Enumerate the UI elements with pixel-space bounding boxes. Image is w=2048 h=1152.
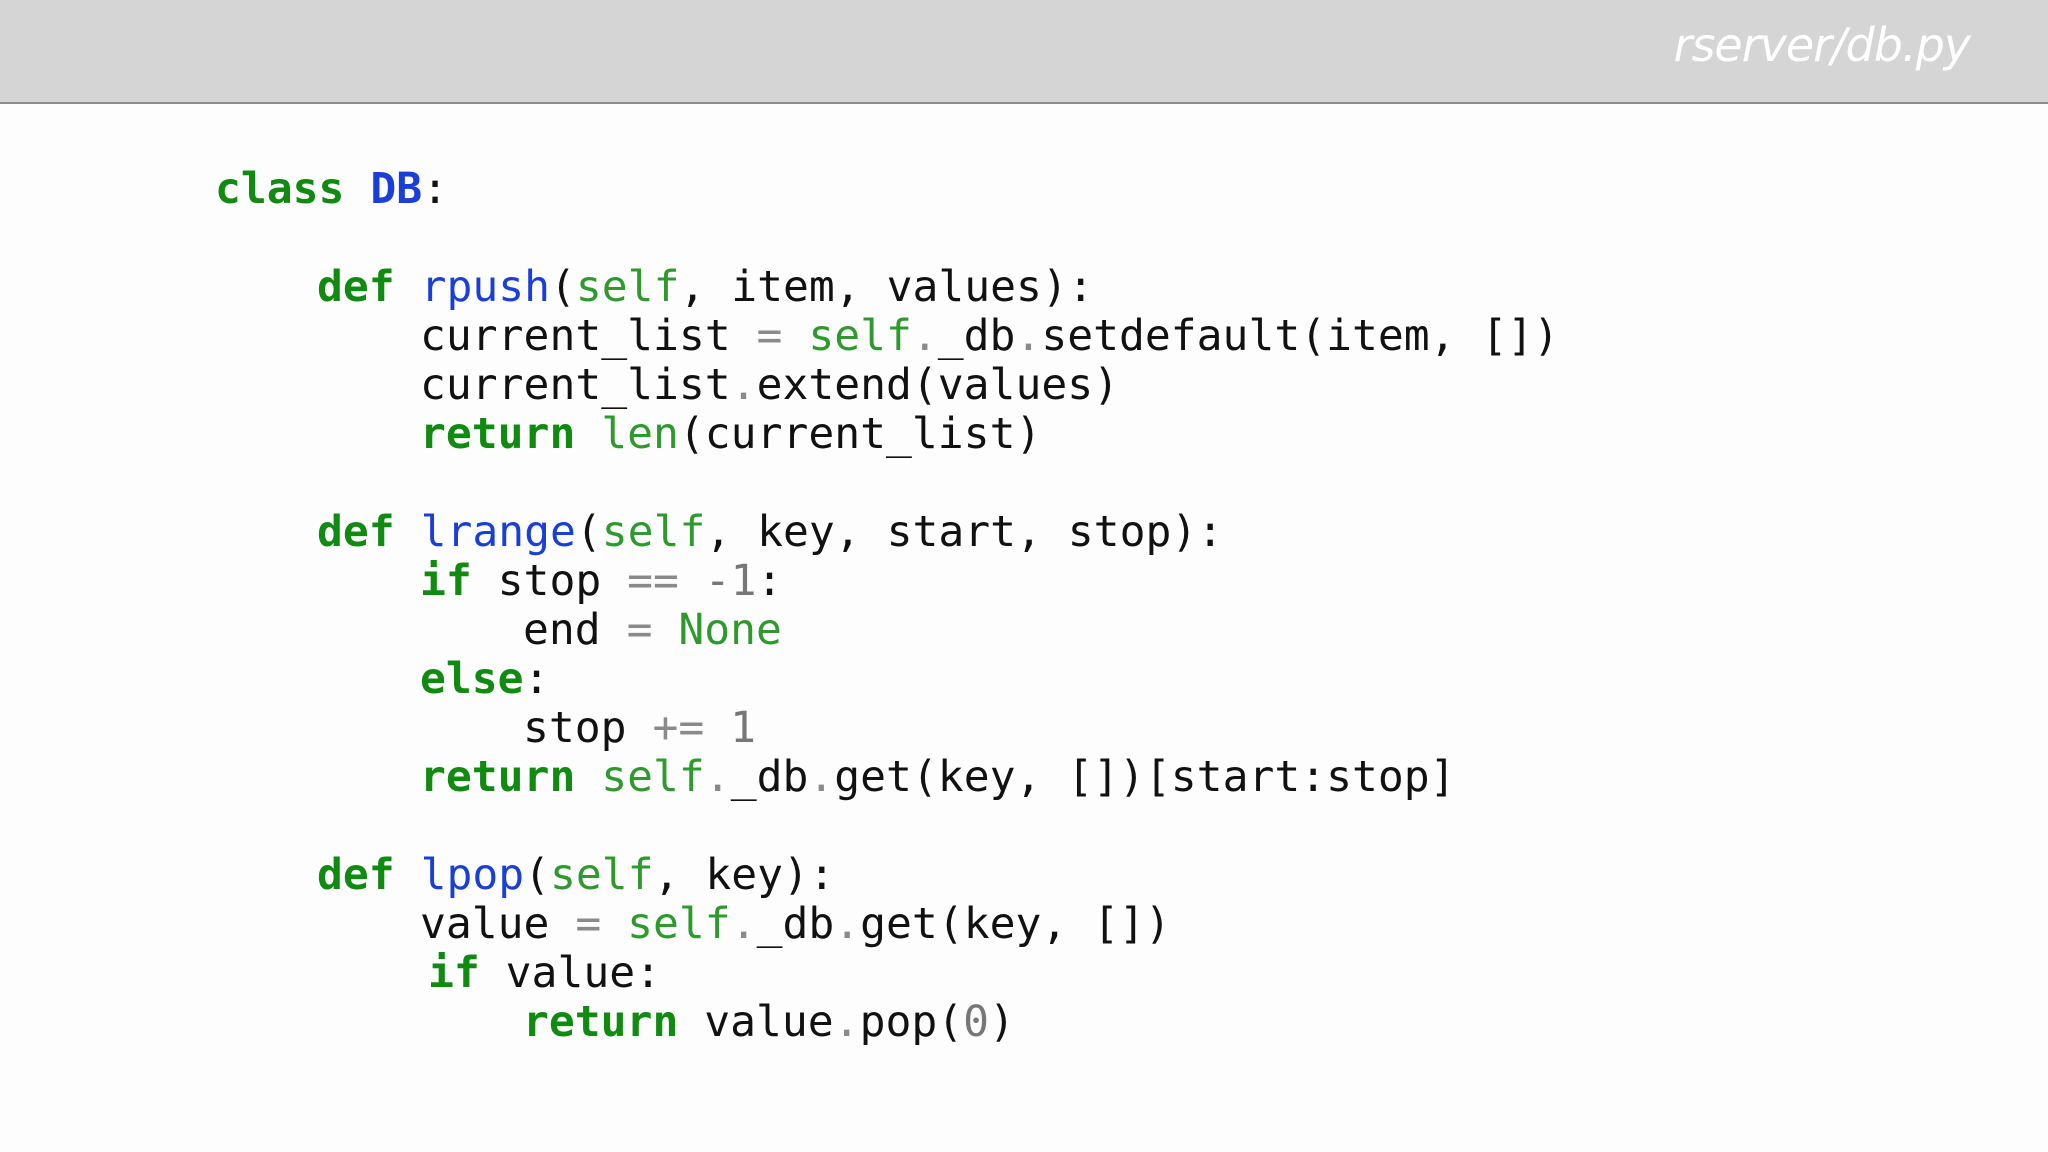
code-text: , key, start, stop): [705,507,1224,557]
builtin-token: self [601,507,706,557]
builtin-token: self [808,311,912,361]
operator-token: . [833,997,860,1047]
operator-token: . [730,899,757,949]
keyword-token: if [420,556,472,606]
function-name-token: rpush [420,262,551,312]
code-line: def rpush(self, item, values): [317,262,1094,312]
builtin-token: None [678,605,782,655]
builtin-token: len [601,409,679,459]
operator-token: . [730,360,757,410]
keyword-token: def [317,507,395,557]
code-text: , key): [653,850,835,900]
builtin-token: self [627,899,731,949]
code-line: value = self._db.get(key, []) [420,899,1171,949]
code-text: _db [730,752,809,802]
function-name-token: lpop [420,850,525,900]
keyword-token: if [428,948,480,998]
code-text: _db [756,899,835,949]
code-text: value [420,899,576,949]
code-text: ( [524,850,551,900]
code-text: (current_list) [678,409,1042,459]
code-block: class DB: def rpush(self, item, values):… [0,104,2048,1152]
builtin-token: self [601,752,705,802]
operator-token: = [626,605,653,655]
code-text: ( [550,262,576,312]
code-text: ( [575,507,602,557]
keyword-token: return [420,752,576,802]
code-line: return len(current_list) [420,409,1041,459]
number-token: -1 [704,556,757,606]
operator-token: . [911,311,938,361]
code-text: pop( [859,997,964,1047]
code-line: end = None [523,605,782,655]
function-name-token: lrange [420,507,576,557]
code-text: _db [937,311,1016,361]
code-line: if value: [428,948,661,998]
operator-token: . [1015,311,1042,361]
code-text: setdefault(item, []) [1041,311,1560,361]
code-line: else: [420,654,549,704]
code-text: ) [989,997,1015,1047]
code-text: : [756,556,783,606]
code-line: def lrange(self, key, start, stop): [317,507,1223,557]
builtin-token: self [575,262,680,312]
code-text: current_list [420,360,731,410]
operator-token: . [704,752,731,802]
code-text: : [422,164,449,214]
keyword-token: def [317,262,395,312]
code-text: stop [471,556,628,606]
code-text: value: [479,948,661,998]
code-text: , item, values): [679,262,1094,312]
code-text: extend(values) [756,360,1119,410]
file-title: rserver/db.py [1673,18,1971,72]
code-line: stop += 1 [523,703,756,753]
code-line: return value.pop(0) [523,997,1015,1047]
number-token: 0 [963,997,990,1047]
code-line: return self._db.get(key, [])[start:stop] [420,752,1456,802]
code-line: def lpop(self, key): [317,850,835,900]
header-bar: rserver/db.py [0,0,2048,104]
code-text: end [523,605,627,655]
code-text: stop [523,703,653,753]
code-text: value [678,997,834,1047]
operator-token: = [756,311,783,361]
code-line: current_list.extend(values) [420,360,1119,410]
code-text: current_list [420,311,757,361]
code-text: get(key, []) [860,899,1171,949]
code-text: get(key, [])[start:stop] [834,752,1456,802]
code-text: : [523,654,550,704]
operator-token: = [575,899,602,949]
operator-token: . [834,899,861,949]
number-token: 1 [730,703,757,753]
keyword-token: return [420,409,576,459]
operator-token: += [652,703,705,753]
code-line: class DB: [215,164,448,214]
operator-token: == [627,556,679,606]
class-name-token: DB [370,164,423,214]
keyword-token: else [420,654,524,704]
code-line: current_list = self._db.setdefault(item,… [420,311,1559,361]
keyword-token: def [317,850,395,900]
code-line: if stop == -1: [420,556,782,606]
builtin-token: self [550,850,654,900]
keyword-token: return [523,997,679,1047]
operator-token: . [808,752,835,802]
keyword-token: class [215,164,345,214]
